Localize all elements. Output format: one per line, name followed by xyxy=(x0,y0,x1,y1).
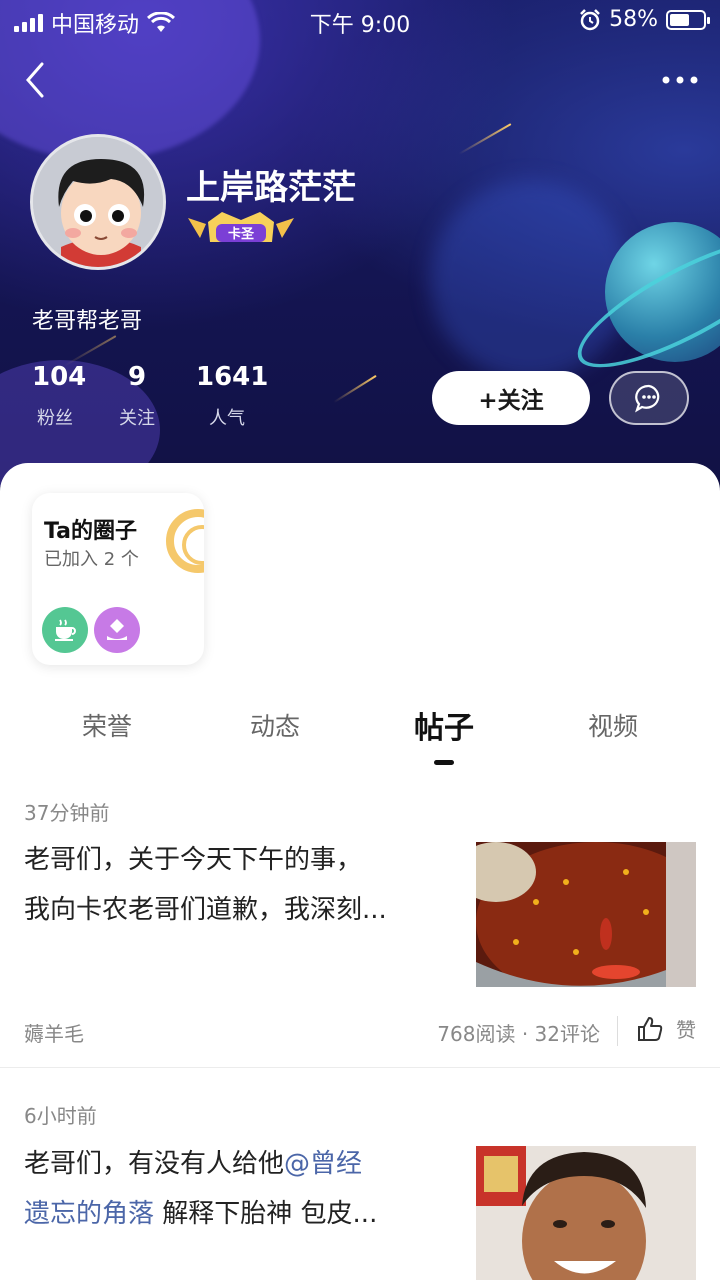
back-button[interactable] xyxy=(18,58,58,102)
stat-popularity: 1641 人气 xyxy=(196,362,269,430)
more-options-button[interactable] xyxy=(660,64,700,94)
tab-honor[interactable]: 荣誉 xyxy=(22,707,192,743)
active-tab-indicator xyxy=(434,760,454,765)
back-arrow-icon xyxy=(26,62,44,98)
like-label: 赞 xyxy=(676,1018,696,1042)
post-text: 老哥们，关于今天下午的事， 我向卡农老哥们道歉，我深刻... xyxy=(24,835,460,935)
post-author[interactable]: 薅羊毛 xyxy=(24,1018,84,1047)
tab-activity[interactable]: 动态 xyxy=(190,707,360,743)
meteor-streak xyxy=(458,123,512,155)
stat-label: 粉丝 xyxy=(37,408,73,429)
like-button[interactable]: 赞 xyxy=(636,1014,696,1043)
circle-tea-item[interactable] xyxy=(42,607,88,653)
post-text-line: 老哥们，关于今天下午的事， xyxy=(24,845,363,875)
boy-photo xyxy=(476,1146,696,1280)
profile-bio: 老哥帮老哥 xyxy=(32,309,143,334)
circles-card[interactable]: Ta的圈子 已加入 2 个 xyxy=(32,493,204,665)
more-dots-icon xyxy=(662,76,698,84)
user-mention-link[interactable]: @曾经 xyxy=(284,1149,362,1179)
alarm-icon xyxy=(580,8,600,30)
stat-label: 关注 xyxy=(119,408,155,429)
stat-fans[interactable]: 104 粉丝 xyxy=(32,362,87,430)
post-text-segment: 老哥们，有没有人给他 xyxy=(24,1149,285,1179)
battery-fill xyxy=(670,13,689,26)
circle-ring-decoration xyxy=(166,509,204,573)
post-text-line: 遗忘的角落 解释下胎神 包皮... xyxy=(24,1189,464,1239)
chat-bubble-icon xyxy=(635,384,660,413)
post-thumbnail[interactable] xyxy=(476,842,696,987)
user-mention-link[interactable]: 遗忘的角落 xyxy=(24,1199,154,1229)
post-time: 37分钟前 xyxy=(24,801,110,825)
stat-value: 104 xyxy=(32,362,87,392)
post-item[interactable]: 37分钟前 老哥们，关于今天下午的事， 我向卡农老哥们道歉，我深刻... 薅羊毛… xyxy=(0,793,720,1068)
circles-card-subtitle: 已加入 2 个 xyxy=(44,549,139,570)
post-text-segment: 解释下胎神 包皮... xyxy=(154,1199,378,1229)
meteor-streak xyxy=(333,374,377,404)
stat-following[interactable]: 9 关注 xyxy=(114,362,160,430)
post-item[interactable]: 6小时前 老哥们，有没有人给他@曾经 遗忘的角落 解释下胎神 包皮... xyxy=(0,1097,720,1280)
post-time: 6小时前 xyxy=(24,1104,97,1128)
post-text: 老哥们，有没有人给他@曾经 遗忘的角落 解释下胎神 包皮... xyxy=(24,1139,464,1239)
tab-videos[interactable]: 视频 xyxy=(528,707,698,743)
thumbs-up-icon xyxy=(638,1016,663,1041)
circle-diamond-item[interactable] xyxy=(94,607,140,653)
profile-name: 上岸路茫茫 xyxy=(186,168,356,208)
post-divider xyxy=(0,1067,720,1068)
stat-value: 9 xyxy=(127,362,147,392)
content-sheet: Ta的圈子 已加入 2 个 荣誉 动态 帖子 视频 37分钟前 老哥们，关于今天… xyxy=(0,463,720,1280)
profile-header: 中国移动 下午 9:00 58% 上岸路茫茫 卡圣 老哥帮老哥 104 粉丝 9… xyxy=(0,0,720,500)
stat-value: 1641 xyxy=(196,362,269,392)
battery-icon xyxy=(666,9,710,30)
hotpot-photo xyxy=(476,842,696,987)
crown-wings-badge-icon: 卡圣 xyxy=(188,212,294,242)
battery-percent: 58% xyxy=(609,7,658,32)
post-text-line: 我向卡农老哥们道歉，我深刻... xyxy=(24,895,387,925)
profile-stats: 104 粉丝 9 关注 1641 人气 xyxy=(32,362,269,430)
level-badge-text: 卡圣 xyxy=(228,226,255,242)
diamond-hand-icon xyxy=(107,619,127,640)
tab-posts[interactable]: 帖子 xyxy=(359,703,529,747)
status-bar: 中国移动 下午 9:00 58% xyxy=(0,0,720,40)
circles-card-title: Ta的圈子 xyxy=(44,519,138,544)
follow-button[interactable]: +关注 xyxy=(432,371,590,425)
tea-cup-icon xyxy=(55,619,76,641)
post-text-line: 老哥们，有没有人给他@曾经 xyxy=(24,1139,464,1189)
profile-tabs: 荣誉 动态 帖子 视频 xyxy=(0,707,720,777)
post-stats: 768阅读 · 32评论 xyxy=(437,1022,600,1046)
message-button[interactable] xyxy=(609,371,689,425)
avatar-cartoon-boy-icon xyxy=(33,137,163,267)
post-thumbnail[interactable] xyxy=(476,1146,696,1280)
level-badge: 卡圣 xyxy=(186,208,296,248)
avatar[interactable] xyxy=(30,134,166,270)
stat-label: 人气 xyxy=(209,408,245,429)
divider xyxy=(617,1016,618,1046)
